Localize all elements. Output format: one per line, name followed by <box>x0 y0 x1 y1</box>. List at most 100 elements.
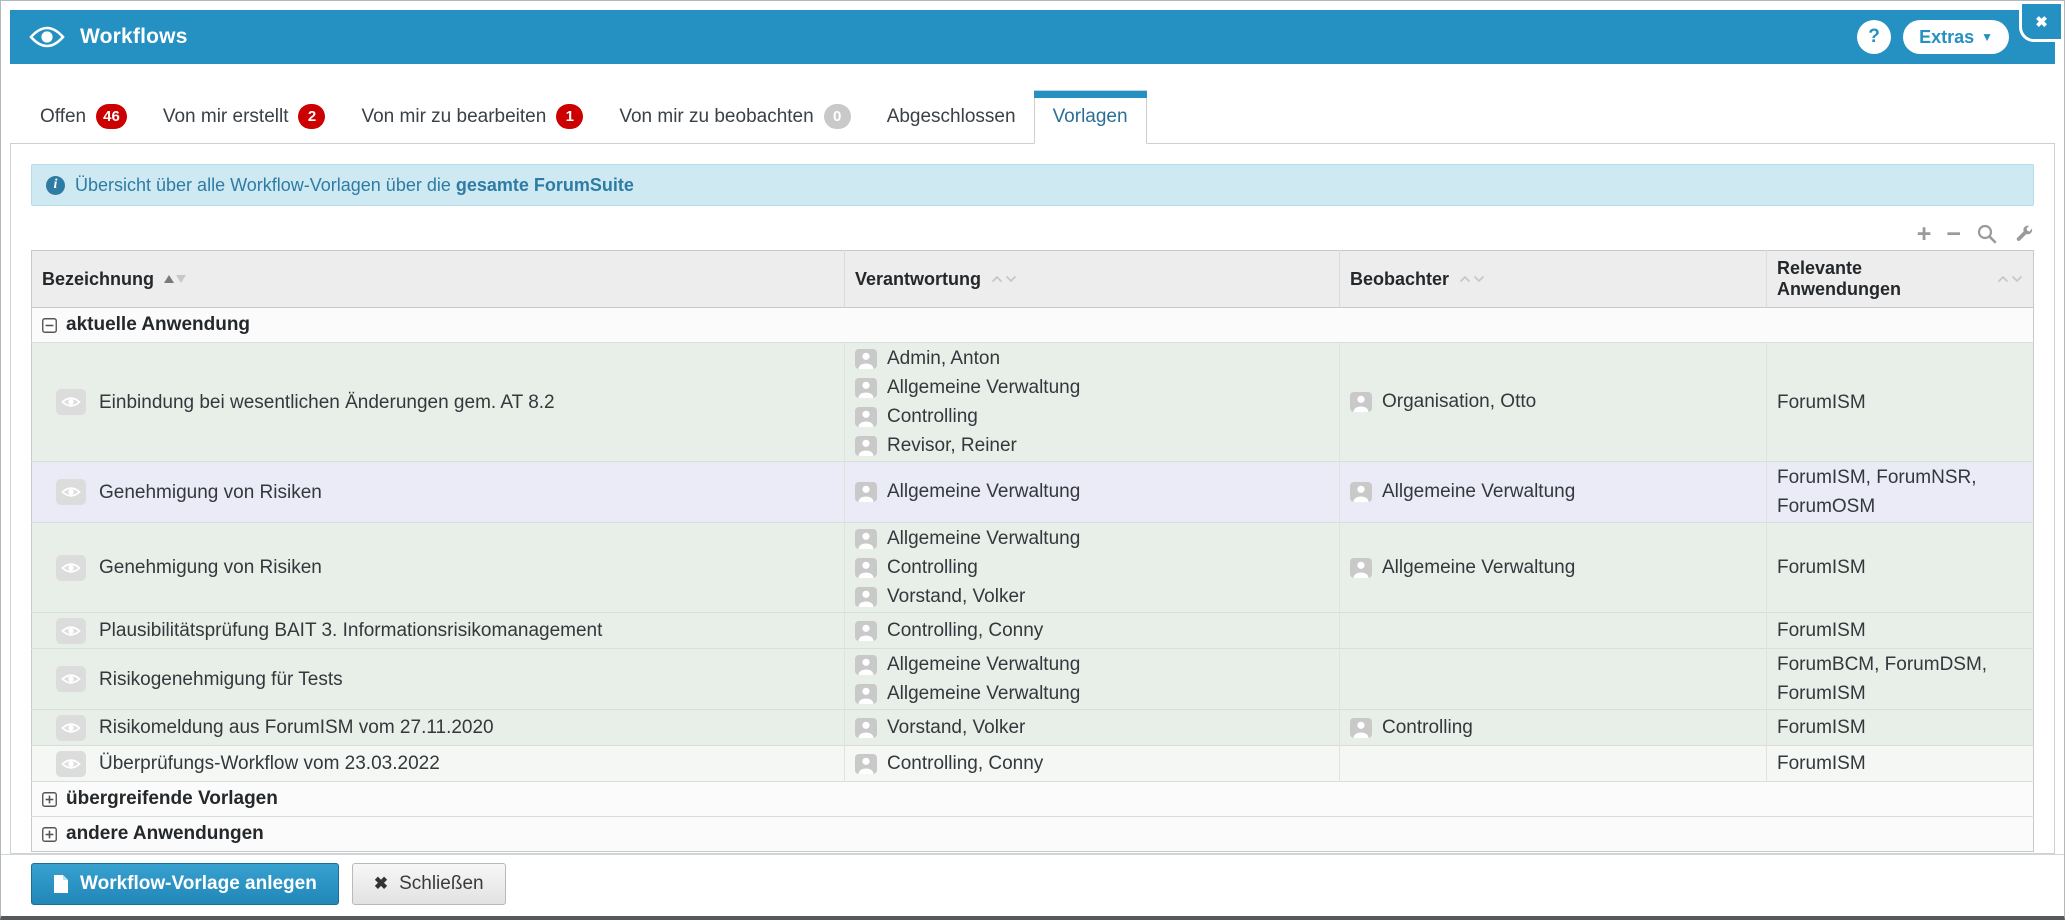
column-header-bezeichnung[interactable]: Bezeichnung <box>31 250 845 308</box>
expand-icon[interactable] <box>42 826 57 842</box>
person-entry: Allgemeine Verwaltung <box>855 478 1329 507</box>
group-row-andere-anwendungen[interactable]: andere Anwendungen <box>31 816 2034 852</box>
tab-badge: 0 <box>823 104 851 129</box>
person-name: Allgemeine Verwaltung <box>887 376 1081 398</box>
expand-icon[interactable] <box>42 791 57 807</box>
collapse-all-button[interactable]: − <box>1946 222 1961 247</box>
person-icon <box>855 717 877 738</box>
person-name: Allgemeine Verwaltung <box>887 527 1081 549</box>
person-name: Vorstand, Volker <box>887 716 1026 738</box>
tab-von-mir-zu-bearbeiten[interactable]: Von mir zu bearbeiten 1 <box>343 90 601 143</box>
person-entry: Controlling <box>855 553 1329 582</box>
column-header-beobachter[interactable]: Beobachter <box>1339 250 1767 308</box>
person-icon <box>855 586 877 607</box>
column-header-relevante-anwendungen[interactable]: Relevante Anwendungen <box>1766 250 2034 308</box>
table-row[interactable]: Genehmigung von Risiken Allgemeine Verwal… <box>31 461 2034 523</box>
extras-button[interactable]: Extras ▼ <box>1903 20 2009 54</box>
search-button[interactable] <box>1976 223 1998 245</box>
person-entry: Allgemeine Verwaltung <box>855 679 1329 708</box>
tab-vorlagen[interactable]: Vorlagen <box>1033 90 1147 144</box>
person-icon <box>855 482 877 502</box>
eye-icon <box>56 617 86 644</box>
eye-icon <box>56 714 86 741</box>
template-name: Einbindung bei wesentlichen Änderungen g… <box>99 391 555 413</box>
relevant-apps-cell: ForumISM <box>1766 522 2034 613</box>
tab-badge: 2 <box>298 104 326 129</box>
person-entry: Controlling, Conny <box>855 749 1329 778</box>
window-close-button[interactable]: ✖ <box>2019 4 2061 42</box>
group-row-übergreifende-vorlagen[interactable]: übergreifende Vorlagen <box>31 781 2034 817</box>
observers-cell <box>1339 612 1767 649</box>
help-button[interactable]: ? <box>1857 20 1892 54</box>
person-icon <box>855 435 877 456</box>
relevant-apps-cell: ForumISM <box>1766 342 2034 462</box>
column-label: Bezeichnung <box>42 268 155 289</box>
relevant-apps: ForumISM <box>1777 391 1866 413</box>
person-entry: Vorstand, Volker <box>855 713 1329 742</box>
close-button[interactable]: ✖ Schließen <box>351 862 506 905</box>
sort-indicator-icon <box>1997 275 2023 283</box>
tab-von-mir-zu-beobachten[interactable]: Von mir zu beobachten 0 <box>601 90 868 143</box>
template-name: Überprüfungs-Workflow vom 23.03.2022 <box>99 753 440 774</box>
create-template-button[interactable]: Workflow-Vorlage anlegen <box>31 862 339 905</box>
observers-cell: Allgemeine Verwaltung <box>1339 522 1767 613</box>
expand-all-button[interactable]: + <box>1917 222 1932 247</box>
workflow-templates-table: Bezeichnung Verantwortung Beobachter Releva… <box>31 250 2034 852</box>
table-row[interactable]: Plausibilitätsprüfung BAIT 3. Informatio… <box>31 612 2034 649</box>
template-name: Genehmigung von Risiken <box>99 481 322 503</box>
person-name: Vorstand, Volker <box>887 585 1026 607</box>
table-row[interactable]: Überprüfungs-Workflow vom 23.03.2022 Cont… <box>31 745 2034 782</box>
person-icon <box>1350 482 1372 502</box>
eye-icon <box>56 750 86 777</box>
tab-offen[interactable]: Offen 46 <box>22 90 145 143</box>
group-row-aktuelle-anwendung[interactable]: aktuelle Anwendung <box>31 307 2034 343</box>
person-icon <box>855 654 877 675</box>
relevant-apps-cell: ForumISM <box>1766 612 2034 649</box>
person-entry: Controlling <box>1350 713 1756 742</box>
person-icon <box>855 377 877 398</box>
table-row[interactable]: Risikogenehmigung für Tests Allgemeine Ve… <box>31 648 2034 710</box>
relevant-apps-cell: ForumISM <box>1766 745 2034 782</box>
responsible-cell: Admin, Anton Allgemeine Verwaltung Control… <box>844 342 1340 462</box>
column-label: Verantwortung <box>855 268 982 289</box>
template-name: Risikogenehmigung für Tests <box>99 668 343 690</box>
extras-label: Extras <box>1919 26 1975 47</box>
responsible-cell: Allgemeine Verwaltung Controlling Vorstand… <box>844 522 1340 613</box>
person-icon <box>855 753 877 774</box>
tab-abgeschlossen[interactable]: Abgeschlossen <box>869 90 1034 143</box>
person-entry: Allgemeine Verwaltung <box>1350 478 1756 507</box>
tab-label: Von mir erstellt <box>162 105 289 127</box>
column-label: Beobachter <box>1350 268 1450 289</box>
person-entry: Controlling, Conny <box>855 616 1329 645</box>
person-entry: Controlling <box>855 402 1329 431</box>
eye-icon <box>56 479 86 505</box>
table-row[interactable]: Einbindung bei wesentlichen Änderungen g… <box>31 342 2034 462</box>
person-entry: Vorstand, Volker <box>855 582 1329 611</box>
eye-logo-icon <box>28 24 66 50</box>
info-banner-text: Übersicht über alle Workflow-Vorlagen üb… <box>75 174 634 195</box>
sort-indicator-icon <box>164 275 187 283</box>
table-header-row: Bezeichnung Verantwortung Beobachter Releva… <box>31 250 2034 308</box>
tab-badge: 46 <box>96 104 127 129</box>
tab-bar: Offen 46 Von mir erstellt 2 Von mir zu b… <box>10 90 2055 144</box>
close-x-icon: ✖ <box>373 873 389 893</box>
footer-bar: Workflow-Vorlage anlegen ✖ Schließen <box>1 854 2064 912</box>
page-title: Workflows <box>80 25 188 48</box>
person-icon <box>855 557 877 578</box>
column-header-verantwortung[interactable]: Verantwortung <box>844 250 1340 308</box>
eye-icon <box>56 554 86 581</box>
person-icon <box>855 406 877 427</box>
template-name: Risikomeldung aus ForumISM vom 27.11.202… <box>99 717 494 738</box>
person-icon <box>855 348 877 369</box>
tab-label: Von mir zu beobachten <box>619 105 814 127</box>
table-row[interactable]: Risikomeldung aus ForumISM vom 27.11.202… <box>31 709 2034 746</box>
info-banner: i Übersicht über alle Workflow-Vorlagen … <box>31 164 2034 206</box>
document-icon <box>54 874 68 893</box>
table-row[interactable]: Genehmigung von Risiken Allgemeine Verwal… <box>31 522 2034 613</box>
tab-von-mir-erstellt[interactable]: Von mir erstellt 2 <box>145 90 344 143</box>
collapse-icon[interactable] <box>42 317 57 333</box>
sort-indicator-icon <box>991 275 1017 283</box>
person-entry: Allgemeine Verwaltung <box>855 650 1329 679</box>
settings-button[interactable] <box>2013 224 2034 245</box>
observers-cell <box>1339 745 1767 782</box>
